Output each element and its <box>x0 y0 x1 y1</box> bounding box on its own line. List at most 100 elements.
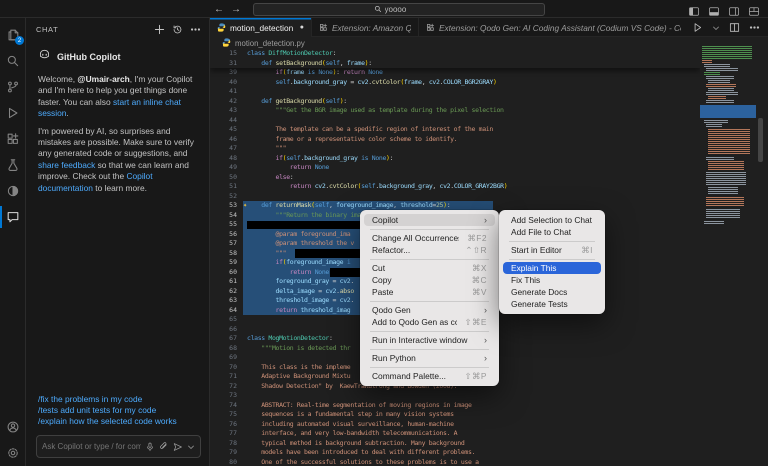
chat-paragraph: Welcome, @Umair-arch, I'm your Copilot a… <box>38 74 197 120</box>
chat-input-box[interactable] <box>36 435 201 458</box>
send-icon[interactable] <box>173 442 183 452</box>
activity-item-testing[interactable] <box>0 152 26 178</box>
menu-item-cut[interactable]: Cut ⌘X <box>364 262 495 274</box>
code-line[interactable]: 78 typical method is background subtract… <box>210 439 700 449</box>
attach-icon[interactable] <box>159 441 169 452</box>
code-line[interactable]: 74 ABSTRACT: Real-time segmentation of m… <box>210 401 700 411</box>
activity-item-search[interactable] <box>0 48 26 74</box>
tab-1[interactable]: motion_detection.py ● <box>210 18 312 37</box>
scrollbar-thumb[interactable] <box>758 118 763 162</box>
code-line[interactable]: 48 if(self.background_gray is None): <box>210 154 700 164</box>
code-line[interactable]: 40 self.background_gray = cv2.cvtColor(f… <box>210 78 700 88</box>
chevron-down-icon[interactable] <box>712 24 720 32</box>
submenu-item-explain-this[interactable]: Explain This <box>503 262 601 274</box>
toggle-panel-icon[interactable] <box>708 4 720 16</box>
breadcrumb[interactable]: motion_detection.py <box>210 37 768 49</box>
new-chat-icon[interactable] <box>154 24 165 35</box>
code-line[interactable]: 31 def setBackground(self, frame): <box>210 59 700 69</box>
code-line[interactable]: 76 including automated visual surveillan… <box>210 420 700 430</box>
chat-link[interactable]: share feedback <box>38 160 95 170</box>
more-actions-icon[interactable] <box>749 22 760 33</box>
menu-item-paste[interactable]: Paste ⌘V <box>364 286 495 298</box>
customize-layout-icon[interactable] <box>748 4 760 16</box>
menu-item-run-in-interactive-window[interactable]: Run in Interactive window › <box>364 334 495 346</box>
minimap[interactable] <box>700 46 758 231</box>
minimap-band <box>704 72 720 75</box>
code-text: including automated visual surveillance,… <box>261 419 454 428</box>
command-center-input[interactable] <box>384 4 425 14</box>
nav-forward-icon[interactable]: → <box>231 4 241 15</box>
submenu-item-generate-tests[interactable]: Generate Tests <box>503 298 601 310</box>
code-line[interactable]: 47 """ <box>210 144 700 154</box>
chevron-down-icon[interactable] <box>187 443 195 451</box>
run-icon[interactable] <box>692 22 703 33</box>
code-line[interactable]: 41 <box>210 87 700 97</box>
toggle-sidebar-icon[interactable] <box>688 4 700 16</box>
code-line[interactable]: 80 One of the successful solutions to th… <box>210 458 700 466</box>
code-line[interactable]: 15 class DiffMotionDetector: <box>210 49 700 59</box>
submenu-item-add-file-to-chat[interactable]: Add File to Chat <box>503 226 601 238</box>
chat-suggestion[interactable]: /tests add unit tests for my code <box>38 405 197 416</box>
code-line[interactable]: 77 interface, and very low-bandwidth tel… <box>210 429 700 439</box>
extension-icon <box>319 23 328 32</box>
line-number: 43 <box>229 106 237 114</box>
menu-item-copilot[interactable]: Copilot › <box>364 214 495 226</box>
code-line[interactable]: 73 <box>210 391 700 401</box>
code-line[interactable]: 44 <box>210 116 700 126</box>
toggle-secondary-sidebar-icon[interactable] <box>728 4 740 16</box>
submenu-item-start-in-editor[interactable]: Start in Editor ⌘I <box>503 244 601 256</box>
tab-3[interactable]: Extension: Qodo Gen: AI Coding Assistant… <box>419 18 688 37</box>
search-icon <box>6 54 20 68</box>
minimap-band <box>706 68 738 71</box>
more-icon[interactable] <box>190 24 201 35</box>
mic-icon[interactable] <box>145 442 155 452</box>
line-number: 51 <box>229 182 237 190</box>
code-line[interactable]: 50 else: <box>210 173 700 183</box>
code-line[interactable]: 49 return None <box>210 163 700 173</box>
code-line[interactable]: 45 The template can be a spedific region… <box>210 125 700 135</box>
activity-item-extensions[interactable] <box>0 126 26 152</box>
code-line[interactable]: 43 """Get the BGR image used as template… <box>210 106 700 116</box>
nav-back-icon[interactable]: ← <box>214 4 224 15</box>
menu-item-command-palette[interactable]: Command Palette... ⇧⌘P <box>364 370 495 382</box>
submenu-item-generate-docs[interactable]: Generate Docs <box>503 286 601 298</box>
code-line[interactable]: 39 if(frame is None): return None <box>210 68 700 78</box>
menu-item-refactor[interactable]: Refactor... ⌃⇧R <box>364 244 495 256</box>
chat-suggestion[interactable]: /explain how the selected code works <box>38 416 197 427</box>
activity-item-contrast[interactable] <box>0 178 26 204</box>
menu-item-label: Command Palette... <box>372 371 447 381</box>
chat-suggestion[interactable]: /fix the problems in my code <box>38 394 197 405</box>
menu-item-change-all-occurrences[interactable]: Change All Occurrences ⌘F2 <box>364 232 495 244</box>
history-icon[interactable] <box>172 24 183 35</box>
code-line[interactable]: 79 models have been introduced to deal w… <box>210 448 700 458</box>
submenu-item-fix-this[interactable]: Fix This <box>503 274 601 286</box>
editor-actions <box>688 18 768 37</box>
menu-item-qodo-gen[interactable]: Qodo Gen › <box>364 304 495 316</box>
activity-item-run-debug[interactable] <box>0 100 26 126</box>
line-number: 44 <box>229 115 237 124</box>
activity-item-source-control[interactable] <box>0 74 26 100</box>
code-line[interactable]: 75 sequences is a fundamental step in ma… <box>210 410 700 420</box>
code-text: ABSTRACT: Real-time segmentation of movi… <box>261 400 472 409</box>
activity-item-explorer[interactable]: 2 <box>0 22 26 48</box>
menu-item-run-python[interactable]: Run Python › <box>364 352 495 364</box>
breadcrumb-file[interactable]: motion_detection.py <box>235 39 305 48</box>
code-line[interactable]: 51 return cv2.cvtColor(self.background_g… <box>210 182 700 192</box>
activity-item-account[interactable] <box>0 414 26 440</box>
command-center[interactable] <box>253 2 545 16</box>
code-line[interactable]: 46 frame or a representative color schem… <box>210 135 700 145</box>
submenu-item-add-selection-to-chat[interactable]: Add Selection to Chat <box>503 214 601 226</box>
code-line[interactable]: 42 def getBackground(self): <box>210 97 700 107</box>
badge: 2 <box>15 36 24 45</box>
menu-divider <box>370 348 489 350</box>
code-line[interactable]: 52 <box>210 192 700 202</box>
activity-item-settings-gear[interactable] <box>0 440 26 466</box>
tab-label: motion_detection.py <box>230 22 294 33</box>
tab-2[interactable]: Extension: Amazon Q <box>312 18 419 37</box>
chat-input[interactable] <box>42 442 141 451</box>
activity-item-chat[interactable] <box>0 204 26 230</box>
activity-bar: 2 <box>0 18 26 466</box>
menu-item-copy[interactable]: Copy ⌘C <box>364 274 495 286</box>
split-editor-icon[interactable] <box>729 22 740 33</box>
menu-item-add-to-qodo-gen-as-context[interactable]: Add to Qodo Gen as context ⇧⌘E <box>364 316 495 328</box>
